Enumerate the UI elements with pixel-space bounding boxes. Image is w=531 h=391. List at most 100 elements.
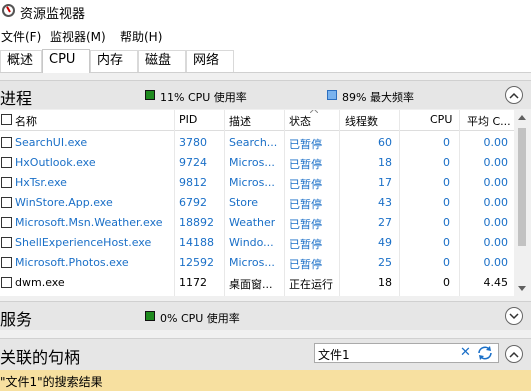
process-pid: 12592 (179, 256, 214, 269)
process-name: ShellExperienceHost.exe (15, 236, 152, 249)
handles-title: 关联的句柄 (0, 348, 81, 367)
scroll-thumb[interactable] (518, 128, 526, 246)
row-checkbox[interactable] (1, 157, 12, 168)
process-status: 已暂停 (289, 158, 322, 171)
process-threads: 27 (378, 216, 392, 229)
resource-monitor-icon (2, 4, 15, 17)
row-checkbox[interactable] (1, 257, 12, 268)
process-pid: 1172 (179, 276, 207, 289)
row-checkbox[interactable] (1, 237, 12, 248)
col-avg-cpu[interactable]: 平均 C... (467, 113, 511, 129)
process-threads: 43 (378, 196, 392, 209)
table-row[interactable]: ShellExperienceHost.exe 14188 Windo... 已… (0, 233, 514, 253)
chevron-up-icon (509, 92, 519, 99)
table-row[interactable]: HxOutlook.exe 9724 Micros... 已暂停 18 0 0.… (0, 153, 514, 173)
table-row[interactable]: HxTsr.exe 9812 Micros... 已暂停 17 0 0.00 (0, 173, 514, 193)
col-cpu[interactable]: CPU (430, 113, 452, 126)
tab-strip: 概述 CPU 内存 磁盘 网络 (0, 46, 531, 73)
table-row[interactable]: SearchUI.exe 3780 Search... 已暂停 60 0 0.0… (0, 133, 514, 153)
process-avg-cpu: 0.00 (483, 196, 509, 209)
process-status: 已暂停 (289, 198, 322, 211)
process-description: Store (229, 196, 259, 209)
table-header: 名称 PID 描述 状态 线程数 CPU 平均 C... (0, 110, 514, 131)
vertical-scrollbar[interactable] (514, 110, 531, 296)
chevron-down-icon (509, 313, 519, 320)
table-row[interactable]: WinStore.App.exe 6792 Store 已暂停 43 0 0.0… (0, 193, 514, 213)
process-description: 桌面窗... (229, 278, 273, 291)
scroll-up-arrow-icon[interactable] (518, 115, 526, 120)
process-cpu: 0 (443, 196, 450, 209)
menu-monitor[interactable]: 监视器(M) (50, 28, 106, 45)
services-title: 服务 (0, 310, 33, 329)
process-cpu: 0 (443, 136, 450, 149)
process-cpu: 0 (443, 256, 450, 269)
col-status[interactable]: 状态 (289, 113, 311, 129)
collapse-processes-button[interactable] (505, 86, 523, 104)
process-name: SearchUI.exe (15, 136, 88, 149)
process-threads: 60 (378, 136, 392, 149)
processes-header[interactable]: 进程 11% CPU 使用率 89% 最大频率 (0, 80, 531, 109)
col-pid[interactable]: PID (179, 113, 197, 126)
process-pid: 14188 (179, 236, 214, 249)
tab-disk[interactable]: 磁盘 (138, 50, 186, 72)
expand-services-button[interactable] (505, 307, 523, 325)
collapse-handles-button[interactable] (505, 345, 523, 363)
tab-memory[interactable]: 内存 (90, 50, 138, 72)
process-threads: 18 (378, 156, 392, 169)
row-checkbox[interactable] (1, 177, 12, 188)
process-threads: 17 (378, 176, 392, 189)
row-checkbox[interactable] (1, 137, 12, 148)
table-row[interactable]: dwm.exe 1172 桌面窗... 正在运行 18 0 4.45 (0, 273, 514, 293)
process-status: 已暂停 (289, 258, 322, 271)
col-name[interactable]: 名称 (15, 113, 37, 129)
row-checkbox[interactable] (1, 197, 12, 208)
process-avg-cpu: 0.00 (483, 236, 509, 249)
process-description: Micros... (229, 176, 275, 189)
process-description: Search... (229, 136, 278, 149)
process-name: Microsoft.Msn.Weather.exe (15, 216, 163, 229)
menu-bar: 文件(F) 监视器(M) 帮助(H) (0, 24, 531, 46)
chevron-up-icon (509, 351, 519, 358)
process-pid: 9812 (179, 176, 207, 189)
clear-search-icon[interactable]: ✕ (460, 345, 471, 360)
scroll-down-arrow-icon[interactable] (518, 286, 526, 291)
row-checkbox[interactable] (1, 277, 12, 288)
title-bar: 资源监视器 (0, 0, 531, 24)
sort-arrow-icon (310, 110, 318, 113)
search-input-value: 文件1 (318, 348, 350, 362)
process-name: HxOutlook.exe (15, 156, 96, 169)
window-title: 资源监视器 (20, 7, 86, 22)
refresh-search-icon[interactable] (476, 344, 494, 362)
process-description: Micros... (229, 256, 275, 269)
tab-network[interactable]: 网络 (186, 50, 234, 72)
table-row[interactable]: Microsoft.Msn.Weather.exe 18892 Weather … (0, 213, 514, 233)
process-name: dwm.exe (15, 276, 65, 289)
process-status: 已暂停 (289, 238, 322, 251)
process-threads: 49 (378, 236, 392, 249)
process-cpu: 0 (443, 236, 450, 249)
process-cpu: 0 (443, 156, 450, 169)
process-status: 已暂停 (289, 138, 322, 151)
process-cpu: 0 (443, 216, 450, 229)
process-name: HxTsr.exe (15, 176, 67, 189)
max-frequency-swatch (327, 90, 337, 100)
process-description: Micros... (229, 156, 275, 169)
menu-file[interactable]: 文件(F) (1, 28, 41, 45)
handle-search-input[interactable]: 文件1 ✕ (314, 343, 499, 363)
cpu-usage-swatch (145, 90, 155, 100)
menu-help[interactable]: 帮助(H) (120, 28, 162, 45)
process-avg-cpu: 4.45 (483, 276, 509, 289)
select-all-checkbox[interactable] (1, 114, 12, 125)
tab-cpu[interactable]: CPU (42, 49, 90, 73)
table-row[interactable]: Microsoft.Photos.exe 12592 Micros... 已暂停… (0, 253, 514, 273)
process-name: Microsoft.Photos.exe (15, 256, 129, 269)
services-header[interactable]: 服务 0% CPU 使用率 (0, 301, 531, 330)
tab-overview[interactable]: 概述 (0, 50, 42, 72)
process-avg-cpu: 0.00 (483, 156, 509, 169)
search-results-text: "文件1"的搜索结果 (0, 375, 103, 389)
process-threads: 18 (378, 276, 392, 289)
row-checkbox[interactable] (1, 217, 12, 228)
process-avg-cpu: 0.00 (483, 176, 509, 189)
col-description[interactable]: 描述 (229, 113, 251, 129)
col-threads[interactable]: 线程数 (345, 113, 378, 129)
